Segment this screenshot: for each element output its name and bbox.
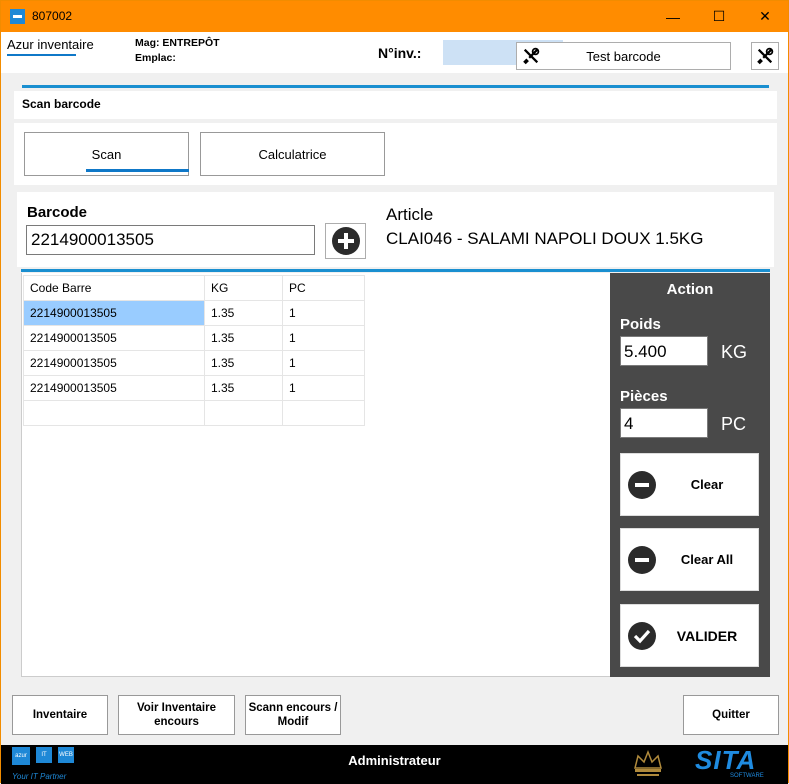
cell-code-barre[interactable]: [23, 400, 205, 426]
scann-encours-label-2: Modif: [277, 716, 309, 728]
valider-label: VALIDER: [676, 627, 738, 644]
cell-code-barre[interactable]: 2214900013505: [23, 300, 205, 326]
emplac-label: Emplac:: [135, 52, 176, 64]
accent-divider: [22, 85, 769, 88]
maximize-icon: ☐: [712, 8, 726, 24]
quitter-button[interactable]: Quitter: [683, 695, 779, 735]
cell-code-barre[interactable]: 2214900013505: [23, 375, 205, 401]
app-icon: [10, 9, 25, 24]
valider-button[interactable]: VALIDER: [620, 604, 759, 667]
check-circle-icon: [628, 622, 656, 650]
app-name-underline: [7, 54, 76, 56]
table-row[interactable]: 2214900013505 1.35 1: [23, 300, 365, 326]
tab-calculatrice[interactable]: Calculatrice: [200, 132, 385, 176]
clear-all-label: Clear All: [680, 552, 734, 567]
article-value: CLAI046 - SALAMI NAPOLI DOUX 1.5KG: [386, 229, 704, 248]
voir-inventaire-label-1: Voir Inventaire: [136, 702, 217, 714]
inventaire-label: Inventaire: [32, 709, 88, 721]
close-icon: ✕: [759, 8, 771, 24]
status-bar: azur IT WEB Your IT Partner Administrate…: [1, 745, 788, 784]
table-row[interactable]: 2214900013505 1.35 1: [23, 325, 365, 351]
tab-scan-label: Scan: [91, 146, 122, 162]
store-info: Mag: ENTREPÔT Emplac:: [135, 36, 220, 66]
column-header-pc[interactable]: PC: [282, 275, 365, 301]
footer-tagline: Your IT Partner: [12, 772, 67, 781]
tab-calculatrice-label: Calculatrice: [258, 146, 327, 162]
column-header-code-barre[interactable]: Code Barre: [23, 275, 205, 301]
grid-divider: [21, 269, 770, 272]
clear-button[interactable]: Clear: [620, 453, 759, 516]
barcode-input[interactable]: 2214900013505: [26, 225, 315, 255]
cell-kg[interactable]: 1.35: [204, 375, 283, 401]
app-header: Azur inventaire Mag: ENTREPÔT Emplac: N°…: [1, 32, 788, 73]
cell-kg[interactable]: 1.35: [204, 325, 283, 351]
voir-inventaire-label-2: encours: [154, 716, 199, 728]
cell-pc[interactable]: 1: [282, 300, 365, 326]
minus-circle-icon: [628, 471, 656, 499]
minimize-icon: —: [666, 8, 680, 25]
table-header-row: Code Barre KG PC: [23, 275, 365, 301]
minus-circle-icon: [628, 546, 656, 574]
cell-code-barre[interactable]: 2214900013505: [23, 350, 205, 376]
sita-logo: SITA: [695, 745, 757, 775]
current-user: Administrateur: [348, 753, 441, 768]
scann-encours-label-1: Scann encours /: [248, 702, 338, 714]
cell-pc[interactable]: 1: [282, 375, 365, 401]
poids-unit: KG: [721, 342, 748, 362]
barcode-label: Barcode: [27, 204, 88, 221]
test-barcode-label: Test barcode: [586, 48, 661, 64]
cell-kg[interactable]: 1.35: [204, 300, 283, 326]
poids-input[interactable]: 5.400: [620, 336, 708, 366]
app-name: Azur inventaire: [7, 37, 94, 52]
plus-circle-icon: [331, 227, 360, 255]
scann-encours-button[interactable]: Scann encours / Modif: [245, 695, 341, 735]
table-row-new[interactable]: [23, 400, 365, 426]
column-header-kg[interactable]: KG: [204, 275, 283, 301]
section-title: Scan barcode: [22, 97, 101, 111]
cell-pc[interactable]: 1: [282, 325, 365, 351]
action-title: Action: [666, 281, 714, 298]
clear-label: Clear: [690, 477, 724, 492]
article-label: Article: [386, 205, 434, 224]
minimize-button[interactable]: —: [650, 1, 696, 32]
cell-pc[interactable]: 1: [282, 350, 365, 376]
table-row[interactable]: 2214900013505 1.35 1: [23, 375, 365, 401]
close-button[interactable]: ✕: [742, 1, 788, 32]
section-header: [14, 91, 777, 119]
crown-logo-icon: [634, 749, 662, 776]
maximize-button[interactable]: ☐: [696, 1, 742, 32]
window-title: 807002: [32, 9, 73, 23]
mag-label: Mag: ENTREPÔT: [135, 37, 220, 49]
inventaire-button[interactable]: Inventaire: [12, 695, 108, 735]
pieces-label: Pièces: [620, 388, 668, 405]
scan-table: Code Barre KG PC 2214900013505 1.35 1 22…: [23, 275, 365, 426]
poids-label: Poids: [620, 316, 661, 333]
quitter-label: Quitter: [712, 709, 750, 721]
ninv-label: N°inv.:: [378, 45, 422, 61]
active-tab-indicator: [86, 169, 189, 172]
pieces-input[interactable]: 4: [620, 408, 708, 438]
voir-inventaire-button[interactable]: Voir Inventaire encours: [118, 695, 235, 735]
cell-pc[interactable]: [282, 400, 365, 426]
tools-icon: [757, 47, 774, 65]
app-window: 807002 — ☐ ✕ Azur inventaire Mag: ENTREP…: [0, 0, 789, 784]
sita-subtitle: SOFTWARE: [730, 773, 764, 779]
settings-button[interactable]: [751, 42, 779, 70]
title-bar: 807002 — ☐ ✕: [1, 1, 788, 32]
cell-kg[interactable]: [204, 400, 283, 426]
pieces-unit: PC: [721, 414, 747, 434]
add-barcode-button[interactable]: [325, 223, 366, 259]
table-row[interactable]: 2214900013505 1.35 1: [23, 350, 365, 376]
clear-all-button[interactable]: Clear All: [620, 528, 759, 591]
cell-kg[interactable]: 1.35: [204, 350, 283, 376]
cell-code-barre[interactable]: 2214900013505: [23, 325, 205, 351]
test-barcode-button[interactable]: Test barcode: [516, 42, 731, 70]
